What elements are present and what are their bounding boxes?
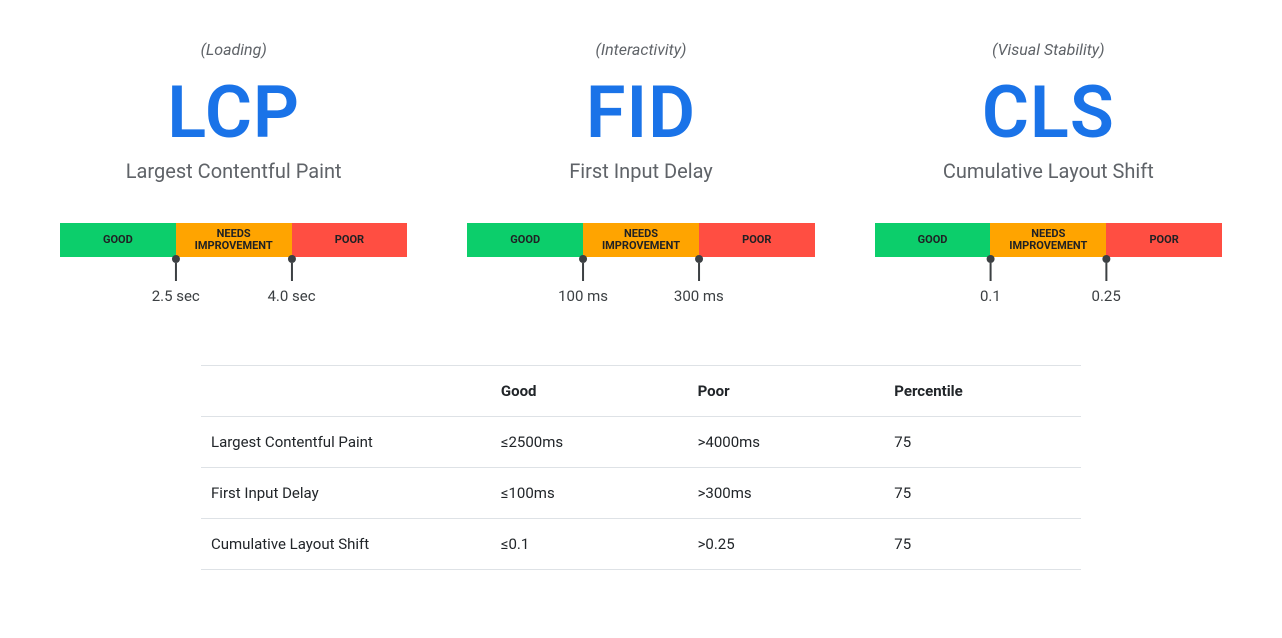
table-row: First Input Delay ≤100ms >300ms 75 (201, 468, 1081, 519)
segment-needs: NEEDS IMPROVEMENT (176, 223, 292, 257)
th-poor: Poor (688, 366, 885, 417)
table-header-row: Good Poor Percentile (201, 366, 1081, 417)
th-good: Good (491, 366, 688, 417)
cell-metric: Largest Contentful Paint (201, 417, 491, 468)
metrics-row: (Loading) LCP Largest Contentful Paint G… (60, 40, 1222, 305)
segment-poor: POOR (1106, 223, 1222, 257)
segment-poor: POOR (699, 223, 815, 257)
metric-category: (Interactivity) (467, 40, 814, 59)
threshold-high-label: 300 ms (674, 287, 724, 305)
cell-percentile: 75 (884, 468, 1081, 519)
threshold-bar: GOOD NEEDS IMPROVEMENT POOR (875, 223, 1222, 257)
cell-poor: >0.25 (688, 519, 885, 570)
threshold-marker-low: 0.1 (980, 255, 1001, 305)
threshold-bar: GOOD NEEDS IMPROVEMENT POOR (467, 223, 814, 257)
threshold-markers: 100 ms 300 ms (467, 255, 814, 305)
segment-good: GOOD (467, 223, 583, 257)
segment-good: GOOD (60, 223, 176, 257)
metric-card-fid: (Interactivity) FID First Input Delay GO… (467, 40, 814, 305)
metric-category: (Loading) (60, 40, 407, 59)
table-row: Largest Contentful Paint ≤2500ms >4000ms… (201, 417, 1081, 468)
threshold-bar: GOOD NEEDS IMPROVEMENT POOR (60, 223, 407, 257)
threshold-high-label: 0.25 (1092, 287, 1121, 305)
segment-needs: NEEDS IMPROVEMENT (990, 223, 1106, 257)
threshold-marker-high: 0.25 (1092, 255, 1121, 305)
cell-poor: >300ms (688, 468, 885, 519)
threshold-high-label: 4.0 sec (267, 287, 315, 305)
th-percentile: Percentile (884, 366, 1081, 417)
threshold-markers: 2.5 sec 4.0 sec (60, 255, 407, 305)
cell-percentile: 75 (884, 417, 1081, 468)
cell-metric: First Input Delay (201, 468, 491, 519)
metric-full-name: First Input Delay (467, 159, 814, 183)
segment-needs: NEEDS IMPROVEMENT (583, 223, 699, 257)
cell-good: ≤2500ms (491, 417, 688, 468)
threshold-marker-high: 4.0 sec (267, 255, 315, 305)
th-metric (201, 366, 491, 417)
threshold-marker-high: 300 ms (674, 255, 724, 305)
threshold-low-label: 2.5 sec (152, 287, 200, 305)
metric-abbr: LCP (60, 77, 407, 149)
metric-abbr: FID (467, 77, 814, 149)
table-row: Cumulative Layout Shift ≤0.1 >0.25 75 (201, 519, 1081, 570)
threshold-marker-low: 2.5 sec (152, 255, 200, 305)
metric-card-cls: (Visual Stability) CLS Cumulative Layout… (875, 40, 1222, 305)
metric-full-name: Largest Contentful Paint (60, 159, 407, 183)
metric-category: (Visual Stability) (875, 40, 1222, 59)
threshold-low-label: 0.1 (980, 287, 1001, 305)
metric-card-lcp: (Loading) LCP Largest Contentful Paint G… (60, 40, 407, 305)
metric-full-name: Cumulative Layout Shift (875, 159, 1222, 183)
threshold-markers: 0.1 0.25 (875, 255, 1222, 305)
threshold-low-label: 100 ms (558, 287, 608, 305)
threshold-marker-low: 100 ms (558, 255, 608, 305)
cell-good: ≤100ms (491, 468, 688, 519)
metric-abbr: CLS (875, 77, 1222, 149)
cell-percentile: 75 (884, 519, 1081, 570)
thresholds-table: Good Poor Percentile Largest Contentful … (201, 365, 1081, 570)
segment-poor: POOR (292, 223, 408, 257)
cell-good: ≤0.1 (491, 519, 688, 570)
cell-metric: Cumulative Layout Shift (201, 519, 491, 570)
segment-good: GOOD (875, 223, 991, 257)
cell-poor: >4000ms (688, 417, 885, 468)
